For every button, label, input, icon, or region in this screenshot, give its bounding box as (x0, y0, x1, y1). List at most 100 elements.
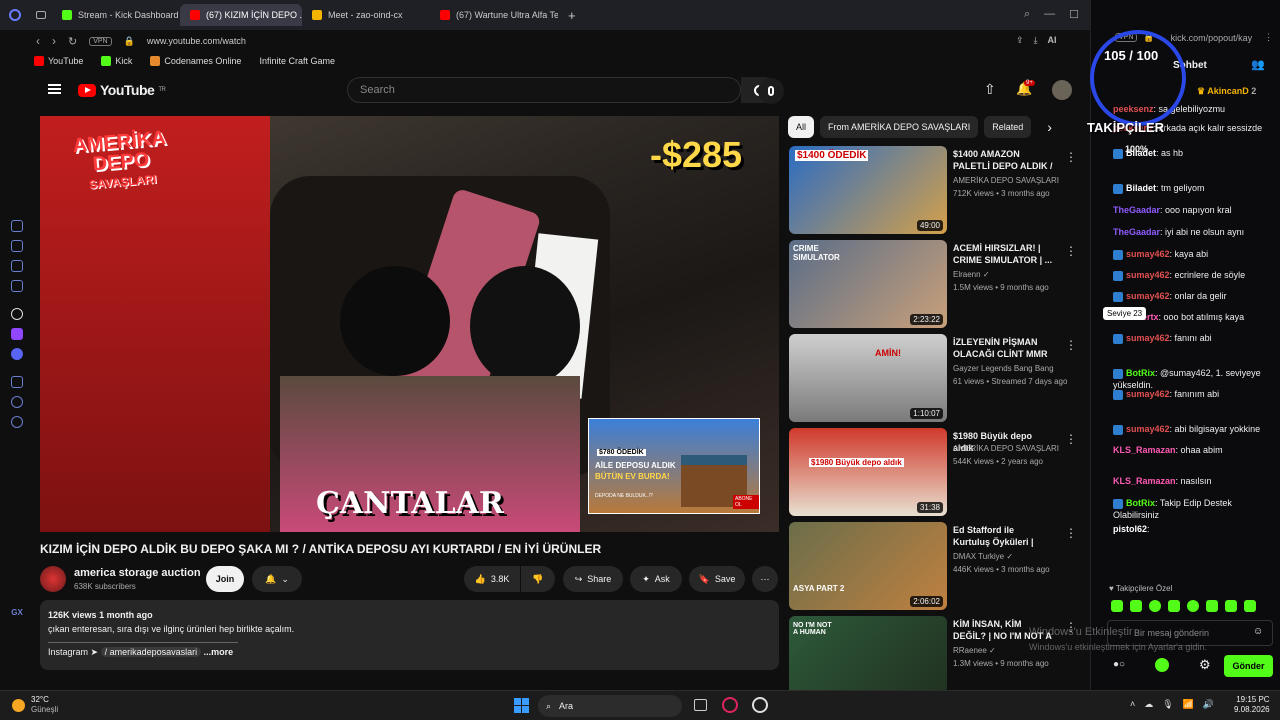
subscribed-bell-button[interactable]: 🔔 ⌄ (252, 566, 302, 592)
more-options-icon[interactable]: ⋮ (1065, 526, 1077, 540)
chat-url-field[interactable]: kick.com/popout/kay (1161, 33, 1253, 43)
wifi-icon[interactable]: 📶 (1183, 699, 1194, 710)
video-player[interactable]: AMERİKA DEPO SAVAŞLARI -$285 ÇANTALAR $7… (40, 116, 779, 532)
chat-username[interactable]: Biladet (1126, 183, 1156, 193)
opera-taskbar-icon[interactable] (752, 697, 768, 713)
tab-wartune[interactable]: (67) Wartune Ultra Alfa Tec (430, 4, 558, 26)
subscribe-badge[interactable]: ABONE OL (733, 495, 759, 509)
emoji-picker-icon[interactable]: ☺ (1253, 626, 1263, 637)
chat-username[interactable]: sumay462 (1126, 270, 1170, 280)
tab-meet[interactable]: Meet - zao-oind-cx (302, 4, 430, 26)
reload-icon[interactable]: ↻ (68, 35, 77, 48)
channel-avatar[interactable] (40, 566, 66, 592)
recommendation-item[interactable]: ASYA PART 2 2:06:02 Ed Stafford ile Kurtu… (789, 522, 1077, 612)
bookmark-codenames[interactable]: Codenames Online (150, 56, 241, 67)
weather-widget[interactable]: 32°C Güneşli (12, 695, 58, 715)
emote-icon[interactable] (1187, 600, 1199, 612)
description-box[interactable]: 126K views 1 month ago çıkan enteresan, … (40, 600, 779, 670)
chat-username[interactable]: KLS_Ramazan (1113, 445, 1176, 455)
back-icon[interactable]: ‹ (36, 34, 40, 48)
chip-from-channel[interactable]: From AMERİKA DEPO SAVAŞLARI (820, 116, 979, 138)
save-button[interactable]: 🔖 Save (689, 566, 745, 592)
bookmark-youtube[interactable]: YouTube (34, 56, 83, 67)
emote-icon[interactable] (1149, 600, 1161, 612)
tab-youtube-video[interactable]: (67) KIZIM İÇİN DEPO ... (180, 4, 302, 26)
clock[interactable]: 19:15 PC 9.08.2026 (1234, 695, 1270, 715)
join-button[interactable]: Join (206, 566, 244, 592)
avatar[interactable] (1052, 80, 1072, 100)
chat-username[interactable]: BotRix (1126, 498, 1155, 508)
more-options-icon[interactable]: ⋮ (1065, 244, 1077, 258)
gx-icon[interactable]: GX (11, 608, 23, 617)
history-icon[interactable] (11, 396, 23, 408)
tray-expand-icon[interactable]: ˄ (1130, 699, 1135, 710)
top-supporter[interactable]: ♛ AkincanD 2 (1197, 86, 1256, 97)
sidebar-pen-icon[interactable] (11, 240, 23, 252)
channel-name[interactable]: america storage auction (74, 567, 201, 579)
kick-icon[interactable] (1155, 658, 1169, 672)
more-actions-button[interactable]: ⋯ (752, 566, 778, 592)
bookmark-kick[interactable]: Kick (101, 56, 132, 67)
share-button[interactable]: ↪ Share (563, 566, 623, 592)
search-input[interactable]: Search (347, 77, 741, 103)
emote-icon[interactable] (1206, 600, 1218, 612)
microphone-icon[interactable] (758, 78, 784, 104)
opera-gx-taskbar-icon[interactable] (722, 697, 738, 713)
emote-icon[interactable] (1111, 600, 1123, 612)
minimize-icon[interactable]: — (1044, 8, 1055, 21)
chip-all[interactable]: All (788, 116, 815, 138)
new-tab-button[interactable]: + (558, 4, 586, 26)
menu-icon[interactable] (48, 84, 61, 94)
chat-username[interactable]: KLS_Ramazan (1113, 476, 1176, 486)
send-button[interactable]: Gönder (1224, 655, 1273, 677)
browser-logo-icon[interactable] (0, 9, 30, 21)
bookmark-infinite-craft[interactable]: Infinite Craft Game (259, 56, 335, 66)
tab-kick-dashboard[interactable]: Stream - Kick Dashboard (52, 4, 180, 26)
more-options-icon[interactable]: ⋮ (1065, 432, 1077, 446)
cloud-icon[interactable]: ☁ (1144, 699, 1153, 710)
emote-icon[interactable] (1130, 600, 1142, 612)
emote-icon[interactable] (1225, 600, 1237, 612)
upload-icon[interactable]: ⇧ (984, 81, 996, 98)
ai-button[interactable]: AI (1048, 35, 1057, 46)
more-options-icon[interactable]: ⋮ (1065, 150, 1077, 164)
recommendation-item[interactable]: CRIME SIMULATOR 2:23:22 ACEMİ HIRSIZLAR! … (789, 240, 1077, 330)
apps-grid-icon[interactable] (11, 376, 23, 388)
start-icon[interactable] (514, 698, 529, 713)
chat-username[interactable]: sumay462 (1126, 291, 1170, 301)
chips-next-icon[interactable]: › (1047, 116, 1052, 138)
chat-points-icon[interactable]: ●○ (1113, 659, 1125, 670)
maximize-icon[interactable]: ☐ (1069, 8, 1079, 21)
end-card-video[interactable]: $780 ÖDEDİK AİLE DEPOSU ALDIK BÜTÜN EV B… (588, 418, 760, 514)
chat-username[interactable]: sumay462 (1126, 389, 1170, 399)
instagram-link[interactable]: / amerikadeposavaslari (100, 647, 202, 657)
recommendation-item[interactable]: $1980 Büyük depo aldık 31:38 $1980 Büyük … (789, 428, 1077, 518)
chip-related[interactable]: Related (984, 116, 1032, 138)
volume-icon[interactable]: 🔊 (1203, 699, 1214, 710)
vpn-badge[interactable]: VPN (89, 36, 112, 46)
chat-settings-icon[interactable]: ⚙ (1199, 657, 1211, 673)
taskbar-search[interactable]: ⌕ Ara (538, 695, 682, 717)
like-button[interactable]: 👍 3.8K (464, 566, 520, 592)
chat-username[interactable]: BotRix (1126, 368, 1155, 378)
chat-username[interactable]: TheGaadar (1113, 227, 1160, 237)
tab-list-icon[interactable] (30, 4, 52, 26)
dislike-button[interactable]: 👎 (521, 566, 555, 592)
search-tabs-icon[interactable]: ⌕ (1024, 8, 1030, 21)
twitch-icon[interactable] (11, 328, 23, 340)
task-view-icon[interactable] (694, 699, 707, 711)
chatgpt-icon[interactable] (11, 308, 23, 320)
chat-username[interactable]: Biladet (1126, 148, 1156, 158)
ask-button[interactable]: ✦ Ask (630, 566, 682, 592)
chat-username[interactable]: TheGaadar (1113, 205, 1160, 215)
url-field[interactable]: www.youtube.com/watch (147, 36, 246, 46)
youtube-logo[interactable]: YouTube TR (78, 82, 166, 98)
sidebar-media-icon[interactable] (11, 260, 23, 272)
recommendation-item[interactable]: AMİN! 1:10:07 İZLEYENİN PİŞMAN OLACAĞI CL… (789, 334, 1077, 424)
recommendation-item[interactable]: NO I'M NOT A HUMAN KİM İNSAN, KİM DEĞİL?… (789, 616, 1077, 690)
sidebar-arc-icon[interactable] (11, 220, 23, 232)
microphone-icon[interactable]: 🎙 (1162, 699, 1173, 710)
show-more-link[interactable]: ...more (204, 647, 234, 657)
recommendation-item[interactable]: $1400 ÖDEDİK 49:00 $1400 AMAZON PALETLİ D… (789, 146, 1077, 236)
emote-icon[interactable] (1244, 600, 1256, 612)
